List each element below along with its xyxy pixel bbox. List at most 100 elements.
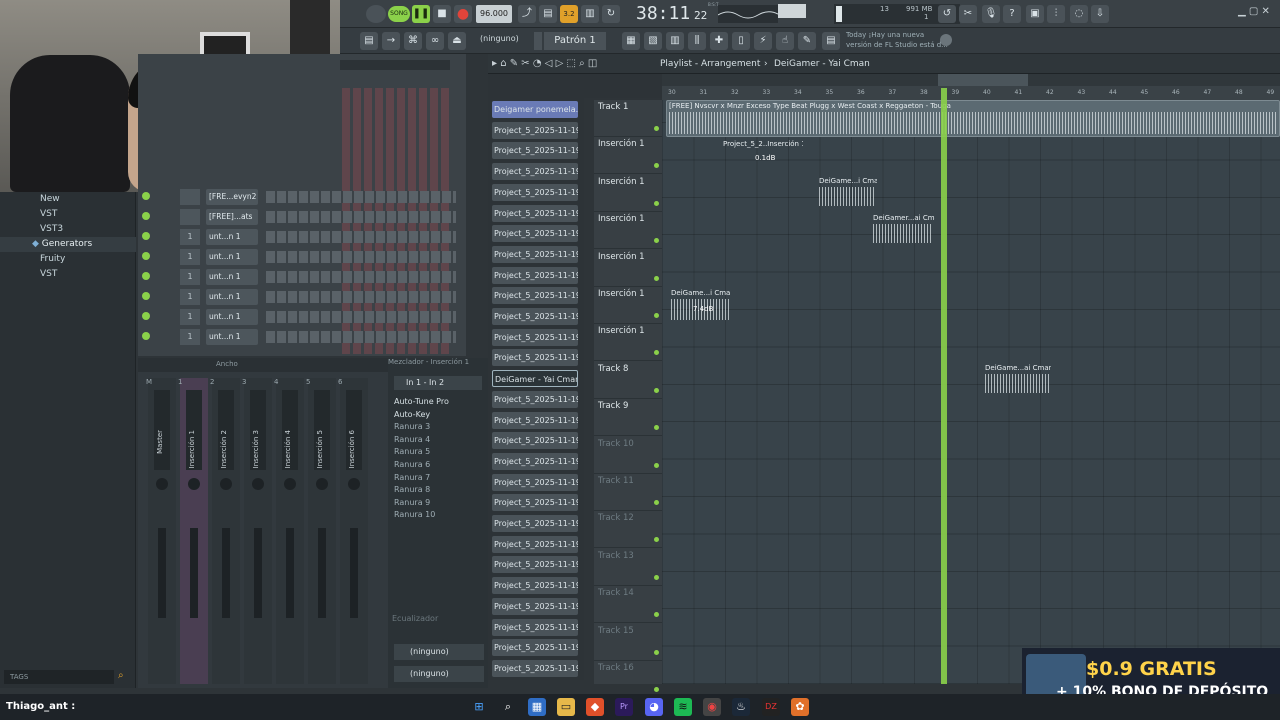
browser-item-vst[interactable]: VST [0, 207, 136, 222]
toggle-browser-icon[interactable]: ▤ [360, 32, 378, 50]
link-icon[interactable]: ∞ [426, 32, 444, 50]
cut-icon[interactable]: ✂ [959, 5, 977, 23]
pattern-item[interactable]: Project_5_2025-11-19 2.. [492, 390, 578, 408]
plug-icon[interactable]: ⚡ [754, 32, 772, 50]
volume-fader[interactable] [254, 528, 262, 618]
pattern-item[interactable]: Project_5_2025-11-19 2.. [492, 556, 578, 574]
undo-icon[interactable]: ↺ [938, 5, 956, 23]
mixer-insert-slot[interactable]: Ranura 3 [394, 421, 484, 433]
volume-fader[interactable] [286, 528, 294, 618]
search-icon[interactable]: ⌕ [118, 670, 132, 684]
pattern-item[interactable]: Project_5_2025-11-19 2.. [492, 473, 578, 491]
audio-clip[interactable]: Project_5_2..Inserción 1 0.1dB [720, 138, 804, 168]
pause-button[interactable]: ❚❚ [412, 5, 430, 23]
export-icon[interactable]: ⇩ [1091, 5, 1109, 23]
chat-icon[interactable]: ◌ [1070, 5, 1088, 23]
track-enable-led[interactable] [654, 462, 659, 468]
track-enable-led[interactable] [654, 612, 659, 618]
channel-name[interactable]: unt...n 1 [206, 329, 258, 345]
channel-mute-led[interactable] [142, 332, 150, 340]
channel-name[interactable]: unt...n 1 [206, 309, 258, 325]
track-enable-led[interactable] [654, 313, 659, 318]
volume-fader[interactable] [190, 528, 198, 618]
track-enable-led[interactable] [654, 238, 659, 244]
news-panel[interactable]: Today ¡Hay una nueva versión de FL Studi… [846, 30, 948, 50]
track-enable-led[interactable] [654, 649, 659, 655]
volume-fader[interactable] [222, 528, 230, 618]
channel-mute-led[interactable] [142, 292, 150, 300]
file-explorer-icon[interactable]: ▭ [557, 698, 575, 716]
stop-button[interactable]: ■ [433, 5, 451, 23]
track-enable-led[interactable] [654, 275, 659, 281]
channel-mute-led[interactable] [142, 192, 150, 200]
input-selector[interactable]: In 1 - In 2 [394, 376, 482, 390]
channel-row[interactable]: 1 unt...n 1 [138, 228, 466, 246]
pattern-item[interactable]: DeiGamer - Yai Cman [492, 370, 578, 388]
channel-row[interactable]: [FRE...evyn2 [138, 188, 466, 206]
pattern-item[interactable]: Project_5_2025-11-19 2.. [492, 163, 578, 181]
pattern-item[interactable]: Project_5_2025-11-19 2.. [492, 639, 578, 657]
save-icon[interactable]: ▣ [1026, 5, 1044, 23]
channel-steps[interactable] [266, 211, 456, 223]
track-enable-led[interactable] [654, 500, 659, 505]
channel-steps[interactable] [266, 271, 456, 283]
search-taskbar-icon[interactable]: ⌕ [499, 698, 517, 716]
windows-start-icon[interactable]: ⊞ [470, 698, 488, 716]
track-enable-led[interactable] [654, 200, 659, 206]
volume-fader[interactable] [318, 528, 326, 618]
mixer-strip[interactable]: 5 Inserción 5 [306, 378, 336, 684]
track-header[interactable]: Inserción 1 [594, 212, 662, 250]
overview-bar[interactable] [662, 74, 1280, 86]
track-header[interactable]: Inserción 1 [594, 175, 662, 212]
countdown-icon[interactable]: 3.2 [560, 5, 578, 23]
news-icon[interactable]: ▤ [822, 32, 840, 50]
channel-steps[interactable] [266, 191, 456, 203]
track-enable-led[interactable] [654, 425, 659, 431]
mixer-insert-slot[interactable]: Ranura 6 [394, 459, 484, 471]
mixer-icon[interactable]: ⫶ [1047, 5, 1065, 23]
pattern-item[interactable]: Project_5_2025-11-19 2.. [492, 452, 578, 470]
metronome-icon[interactable] [366, 5, 386, 23]
track-enable-led[interactable] [654, 350, 659, 356]
channel-mixer-num[interactable] [180, 189, 200, 205]
timeline-ruler[interactable]: 30 31 32 33 34 35 36 37 38 39 40 41 42 43 44 45 46 47 48 49 [662, 86, 1280, 100]
track-header[interactable]: Track 10 [594, 437, 662, 474]
channel-mute-led[interactable] [142, 212, 150, 220]
channel-steps[interactable] [266, 311, 456, 323]
audio-clip[interactable]: [FREE] Nvscvr x Mnzr Exceso Type Beat Pl… [666, 100, 1280, 137]
pattern-item[interactable]: Project_5_2025-11-19 2.. [492, 204, 578, 222]
typing-keyboard-icon[interactable]: ▤ [539, 5, 557, 23]
pattern-item[interactable]: Project_5_2025-11-19 2.. [492, 659, 578, 677]
track-enable-led[interactable] [654, 687, 659, 692]
pattern-item[interactable]: Project_5_2025-11-19 2.. [492, 618, 578, 636]
pattern-item[interactable]: Project_5_2025-11-19 2.. [492, 287, 578, 305]
news-settings-icon[interactable] [940, 34, 952, 46]
pattern-item[interactable]: Project_5_2025-11-19 2.. [492, 535, 578, 553]
record-button[interactable]: ● [454, 5, 472, 23]
channel-mixer-num[interactable] [180, 209, 200, 225]
send-selector-2[interactable]: (ninguno) [394, 666, 484, 682]
track-header[interactable]: Inserción 1 [594, 250, 662, 287]
pattern-item[interactable]: Project_5_2025-11-19 2.. [492, 432, 578, 450]
channel-row[interactable]: 1 unt...n 1 [138, 248, 466, 266]
channel-row[interactable]: 1 unt...n 1 [138, 268, 466, 286]
browser-item-fruity[interactable]: Fruity [0, 252, 136, 267]
mixer-insert-slot[interactable]: Ranura 5 [394, 446, 484, 458]
channel-row[interactable]: 1 unt...n 1 [138, 308, 466, 326]
pattern-item[interactable]: Project_5_2025-11-19 2.. [492, 328, 578, 346]
premiere-icon[interactable]: Pr [615, 698, 633, 716]
channel-row[interactable]: 1 unt...n 1 [138, 328, 466, 346]
channel-mixer-num[interactable]: 1 [180, 269, 200, 285]
channel-mute-led[interactable] [142, 252, 150, 260]
mixer-insert-slot[interactable]: Ranura 9 [394, 497, 484, 509]
channel-name[interactable]: [FRE...evyn2 [206, 189, 258, 205]
arrow-icon[interactable]: → [382, 32, 400, 50]
mixer-insert-slot[interactable]: Ranura 10 [394, 509, 484, 521]
tempo-display[interactable]: 96.000 [476, 5, 512, 23]
browser-item-generators[interactable]: ◆ Generators [0, 237, 136, 252]
brave-browser-icon[interactable]: ◆ [586, 698, 604, 716]
piano-roll-icon[interactable]: ▧ [644, 32, 662, 50]
channel-steps[interactable] [266, 251, 456, 263]
mixer-insert-slot[interactable]: Ranura 8 [394, 484, 484, 496]
mixer-strip[interactable]: 3 Inserción 3 [242, 378, 272, 684]
